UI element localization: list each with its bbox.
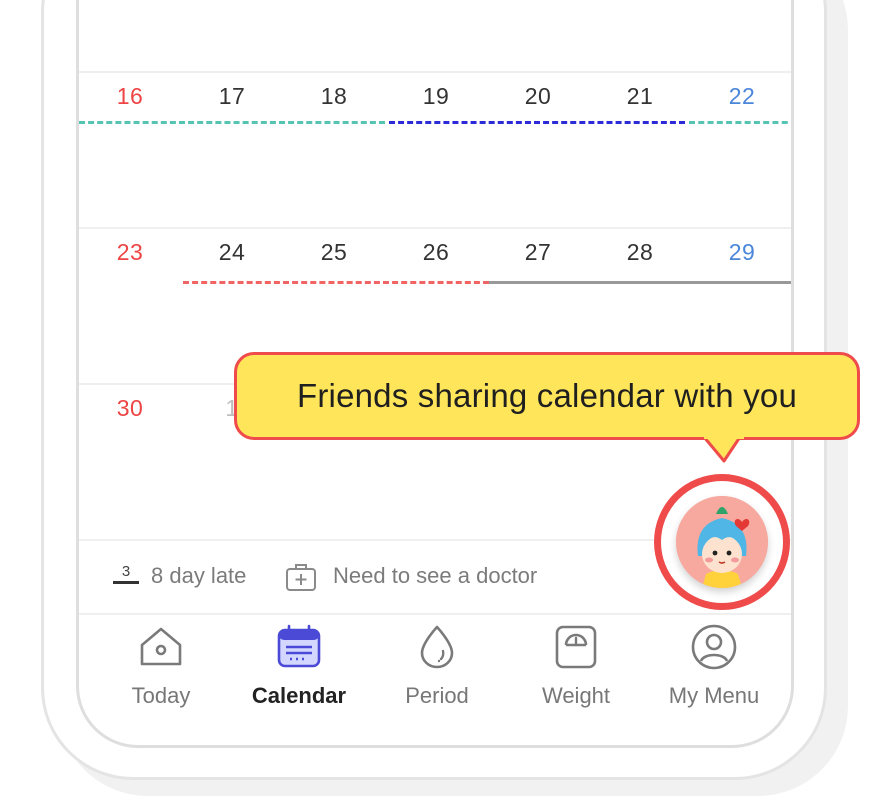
calendar-day[interactable]: 19	[385, 83, 487, 110]
calendar-day[interactable]: 23	[79, 239, 181, 266]
tab-label: Calendar	[251, 683, 347, 708]
fertile-window-bar	[689, 121, 791, 124]
late-marker: 3	[113, 563, 139, 584]
ovulation-window-bar	[389, 121, 685, 124]
tab-today[interactable]: Today	[91, 623, 231, 709]
late-days-label: 8 day late	[151, 563, 247, 588]
tab-label: Period	[405, 683, 469, 708]
calendar-week: 16 17 18 19 20 21 22	[79, 71, 791, 228]
late-period-bar	[489, 281, 791, 284]
calendar-day[interactable]: 26	[385, 239, 487, 266]
tab-weight[interactable]: Weight	[506, 623, 646, 709]
medical-kit-icon	[285, 562, 317, 597]
calendar-day[interactable]: 29	[691, 239, 791, 266]
calendar-day[interactable]: 16	[79, 83, 181, 110]
tab-label: Weight	[541, 683, 611, 708]
calendar-day[interactable]: 20	[487, 83, 589, 110]
calendar-day[interactable]: 28	[589, 239, 691, 266]
drop-icon	[367, 623, 507, 671]
tooltip-bubble: Friends sharing calendar with you	[234, 352, 860, 440]
scale-icon	[506, 623, 646, 671]
calendar-day[interactable]: 30	[79, 395, 181, 422]
tab-period[interactable]: Period	[367, 623, 507, 709]
calendar-day[interactable]: 27	[487, 239, 589, 266]
tab-my-menu[interactable]: My Menu	[644, 623, 784, 709]
fertile-window-bar	[79, 121, 385, 124]
calendar-day[interactable]: 25	[283, 239, 385, 266]
tooltip-tail	[704, 436, 744, 463]
character-icon	[676, 496, 768, 588]
calendar-day[interactable]: 22	[691, 83, 791, 110]
calendar-day[interactable]: 17	[181, 83, 283, 110]
tab-calendar[interactable]: Calendar	[229, 623, 369, 709]
tooltip-text: Friends sharing calendar with you	[296, 377, 798, 414]
user-icon	[644, 623, 784, 671]
calendar-day[interactable]: 21	[589, 83, 691, 110]
predicted-period-bar	[183, 281, 489, 284]
calendar-day[interactable]: 24	[181, 239, 283, 266]
calendar-day[interactable]: 18	[283, 83, 385, 110]
tab-label: My Menu	[668, 683, 760, 708]
friend-avatar[interactable]	[676, 496, 768, 588]
doctor-label: Need to see a doctor	[333, 563, 538, 588]
home-icon	[91, 623, 231, 671]
bottom-tab-bar: Today Calendar Period Weight My Menu	[79, 623, 791, 745]
tab-label: Today	[131, 683, 191, 708]
calendar-icon	[229, 623, 369, 671]
